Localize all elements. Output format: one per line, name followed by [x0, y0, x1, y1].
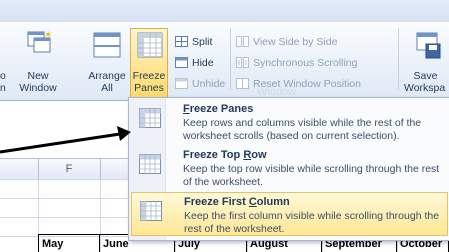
window-group-label: Window [257, 86, 297, 98]
annotation-arrow [0, 126, 131, 154]
